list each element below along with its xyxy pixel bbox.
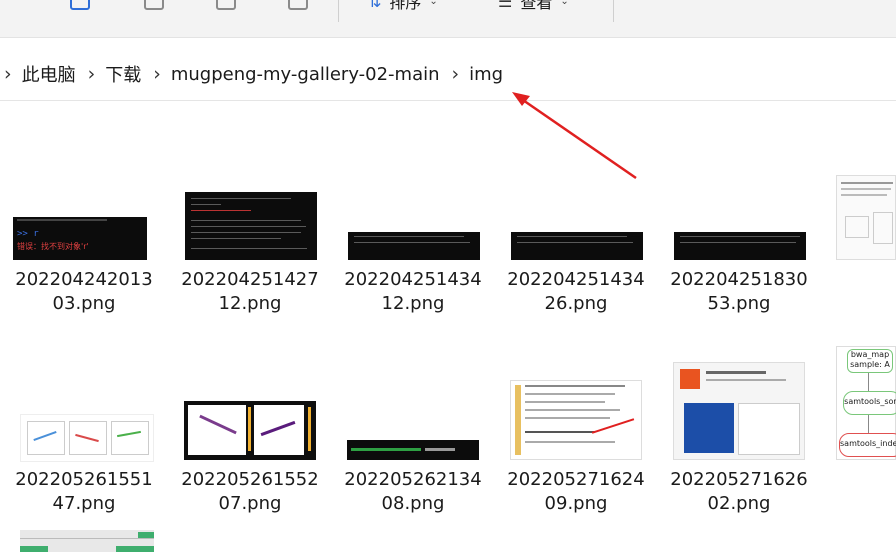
chevron-right-icon[interactable]: › [4, 63, 12, 85]
file-thumbnail [836, 175, 896, 260]
file-item[interactable]: 202205262134 08.png [344, 300, 495, 514]
copy-icon[interactable] [70, 0, 90, 10]
thumbnail-text: bwa_map sample: A [847, 349, 893, 373]
file-name: 202205271624 09.png [507, 469, 645, 514]
sort-button[interactable]: ⇅ 排序 ⌄ [368, 0, 438, 14]
file-name: 202205261551 47.png [15, 469, 153, 514]
breadcrumb-item-this-pc[interactable]: 此电脑 [22, 61, 76, 87]
file-thumbnail: >> r 错误：找不到对象'r' [13, 217, 147, 260]
chevron-down-icon: ⌄ [560, 0, 569, 7]
thumbnail-text: samtools_sort [843, 391, 896, 415]
file-item[interactable]: 202205271626 02.png [670, 300, 821, 514]
toolbar-divider [338, 0, 339, 22]
file-item[interactable]: 202204251830 53.png [670, 100, 821, 314]
file-thumbnail [347, 440, 479, 460]
file-item[interactable]: >> r 错误：找不到对象'r' 202204242013 03.png [10, 100, 158, 314]
file-name: 202205271626 02.png [670, 469, 808, 514]
chevron-down-icon: ⌄ [429, 0, 438, 7]
sort-icon: ⇅ [368, 0, 382, 11]
breadcrumb-item-img[interactable]: img [469, 64, 503, 85]
file-thumbnail [348, 232, 480, 260]
breadcrumb-item-downloads[interactable]: 下载 [105, 61, 141, 87]
file-item[interactable]: 202204251434 12.png [344, 100, 495, 314]
file-item[interactable]: 202204251434 26.png [507, 100, 658, 314]
thumbnail-text: >> r [17, 229, 39, 239]
sort-label: 排序 [389, 0, 422, 12]
view-icon: ☰ [498, 0, 513, 11]
rename-icon[interactable] [144, 0, 164, 10]
thumbnail-text: 错误：找不到对象'r' [17, 242, 89, 251]
file-item[interactable]: 202204251427 12.png [181, 100, 332, 314]
thumbnail-text: samtools_index [839, 433, 896, 457]
view-button[interactable]: ☰ 查看 ⌄ [498, 0, 569, 14]
toolbar-divider [613, 0, 614, 22]
file-grid: >> r 错误：找不到对象'r' 202204242013 03.png 202… [0, 100, 896, 552]
file-item[interactable] [20, 530, 168, 552]
file-thumbnail [511, 232, 643, 260]
command-bar: ⇅ 排序 ⌄ ☰ 查看 ⌄ ··· [0, 0, 896, 38]
file-thumbnail [20, 530, 154, 552]
file-thumbnail [20, 414, 154, 462]
file-item[interactable]: 202205261552 07.png [181, 300, 332, 514]
breadcrumb: › 此电脑 › 下载 › mugpeng-my-gallery-02-main … [0, 48, 896, 101]
delete-icon[interactable] [288, 0, 308, 10]
file-item[interactable]: 20220 15 [836, 100, 896, 260]
more-options-button[interactable]: ··· [638, 0, 662, 11]
chevron-right-icon[interactable]: › [452, 63, 460, 85]
file-item[interactable]: 202205271624 09.png [507, 300, 658, 514]
file-name: 202205261552 07.png [181, 469, 319, 514]
file-thumbnail [674, 232, 806, 260]
file-name: 202205262134 08.png [344, 469, 482, 514]
breadcrumb-item-repo-folder[interactable]: mugpeng-my-gallery-02-main [171, 64, 440, 85]
file-thumbnail: bwa_map sample: A samtools_sort samtools… [836, 346, 896, 460]
file-thumbnail [184, 401, 316, 460]
file-item[interactable]: bwa_map sample: A samtools_sort samtools… [836, 300, 896, 460]
file-thumbnail [510, 380, 642, 460]
file-item[interactable]: 202205261551 47.png [10, 300, 158, 514]
file-thumbnail [673, 362, 805, 460]
view-label: 查看 [520, 0, 553, 12]
chevron-right-icon[interactable]: › [88, 63, 96, 85]
chevron-right-icon[interactable]: › [153, 63, 161, 85]
share-icon[interactable] [216, 0, 236, 10]
file-thumbnail [185, 192, 317, 260]
